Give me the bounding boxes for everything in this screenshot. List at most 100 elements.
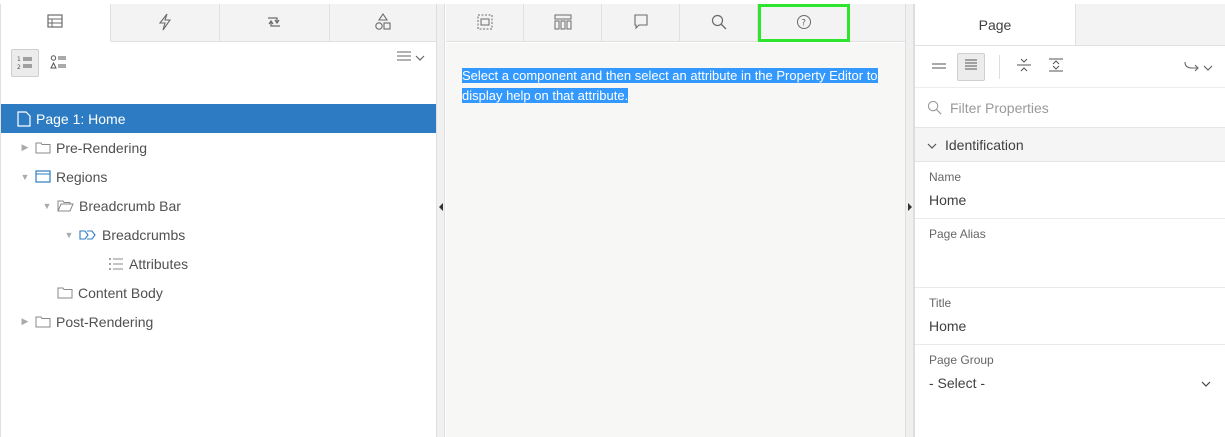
folder-icon — [57, 286, 73, 299]
property-page-alias: Page Alias — [915, 219, 1225, 288]
tree-node-label: Pre-Rendering — [56, 139, 148, 156]
grid-view-icon — [554, 14, 572, 33]
property-toolbar — [915, 46, 1225, 88]
collapse-arrow-icon[interactable]: ▼ — [63, 230, 75, 240]
table-icon — [47, 14, 63, 31]
toolbar-separator — [999, 54, 1000, 79]
collapse-left-icon[interactable] — [439, 203, 443, 211]
help-text-content: Select a component and then select an at… — [462, 68, 878, 103]
svg-text:?: ? — [801, 18, 806, 28]
hamburger-icon — [397, 50, 411, 65]
group-by-component-button[interactable]: 12 — [11, 49, 39, 77]
tree-node-pre-rendering[interactable]: ▶ Pre-Rendering — [1, 133, 438, 162]
group-by-type-button[interactable] — [45, 49, 73, 77]
folder-icon — [35, 315, 51, 328]
svg-text:1: 1 — [17, 56, 21, 63]
tab-messages[interactable] — [602, 4, 680, 42]
tab-dynamic-actions[interactable] — [111, 4, 220, 42]
page-icon — [17, 110, 31, 127]
left-splitter[interactable] — [436, 4, 445, 437]
breadcrumb-icon — [79, 229, 97, 240]
page-alias-field[interactable] — [929, 245, 1211, 281]
tree-menu-button[interactable] — [397, 50, 425, 65]
group-label: Identification — [945, 136, 1024, 153]
expand-arrow-icon[interactable]: ▶ — [19, 316, 31, 327]
tree-node-attributes[interactable]: Attributes — [1, 249, 438, 278]
property-label: Title — [929, 296, 952, 310]
filter-properties-input[interactable]: Filter Properties — [915, 88, 1225, 128]
tab-help[interactable]: ? — [758, 4, 850, 42]
layout-icon — [477, 14, 493, 33]
tree-node-label: Regions — [56, 168, 108, 185]
tree-node-label: Breadcrumbs — [102, 226, 186, 243]
tab-rendering[interactable] — [1, 4, 111, 42]
collapse-arrow-icon[interactable]: ▼ — [19, 172, 31, 182]
rendering-pane: 12 Page 1: Home ▶ Pre-Rendering ▼ Region… — [0, 4, 438, 437]
tree-node-label: Post-Rendering — [56, 313, 154, 330]
tree-node-breadcrumb-bar[interactable]: ▼ Breadcrumb Bar — [1, 191, 438, 220]
search-icon — [927, 100, 942, 115]
chevron-down-icon — [1203, 60, 1213, 75]
refresh-arrows-icon — [265, 14, 283, 33]
shapes-icon — [374, 12, 392, 34]
property-label: Name — [929, 170, 962, 184]
shape-list-icon — [50, 54, 68, 73]
go-to-group-button[interactable] — [1184, 60, 1213, 75]
collapse-all-button[interactable] — [1010, 53, 1038, 81]
tab-page-search[interactable] — [680, 4, 758, 42]
region-icon — [35, 170, 51, 183]
tab-shared-components[interactable] — [330, 4, 438, 42]
expand-arrow-icon[interactable]: ▶ — [19, 142, 31, 153]
chevron-down-icon — [927, 137, 937, 153]
property-page-group: Page Group - Select - — [915, 345, 1225, 401]
tree-node-label: Breadcrumb Bar — [79, 197, 181, 214]
tree-toolbar: 12 — [1, 42, 437, 84]
question-circle-icon: ? — [796, 14, 812, 33]
page-group-value: - Select - — [929, 375, 986, 391]
numbered-list-icon: 12 — [16, 54, 34, 73]
tab-layout[interactable] — [446, 4, 524, 42]
show-all-button[interactable] — [957, 52, 985, 81]
chevron-down-icon — [415, 50, 425, 65]
tree-node-label: Page 1: Home — [36, 110, 126, 127]
tab-page-label: Page — [978, 16, 1012, 33]
central-pane: ? Select a component and then select an … — [446, 4, 914, 437]
tree-node-breadcrumbs[interactable]: ▼ Breadcrumbs — [1, 220, 438, 249]
tree-node-regions[interactable]: ▼ Regions — [1, 162, 438, 191]
tree-node-label: Content Body — [78, 284, 163, 301]
collapse-arrow-icon[interactable]: ▼ — [41, 201, 53, 211]
property-label: Page Group — [929, 353, 994, 367]
property-title: Title Home — [915, 288, 1225, 345]
rendering-tree: Page 1: Home ▶ Pre-Rendering ▼ Regions ▼… — [1, 104, 438, 336]
tab-page[interactable]: Page — [915, 4, 1076, 45]
property-editor: Page Filter Properties Identification Na… — [914, 4, 1225, 437]
right-splitter[interactable] — [905, 4, 914, 437]
tree-node-content-body[interactable]: Content Body — [1, 278, 438, 307]
collapse-right-icon[interactable] — [908, 203, 912, 211]
many-lines-icon — [964, 58, 978, 75]
svg-text:2: 2 — [17, 64, 21, 70]
property-label: Page Alias — [929, 227, 986, 241]
left-tab-bar — [1, 4, 437, 42]
speech-bubble-icon — [633, 13, 649, 33]
open-folder-icon — [57, 199, 74, 212]
property-editor-tab-bar: Page — [915, 4, 1225, 46]
arrow-hook-icon — [1184, 60, 1200, 75]
tree-node-page[interactable]: Page 1: Home — [1, 104, 438, 133]
expand-all-button[interactable] — [1042, 53, 1070, 81]
page-group-select[interactable]: - Select - — [929, 371, 1211, 395]
name-field[interactable]: Home — [929, 188, 1211, 212]
middle-tab-bar: ? — [446, 4, 906, 42]
collapse-icon — [1016, 57, 1032, 76]
lightning-icon — [158, 13, 172, 34]
tab-component-view[interactable] — [524, 4, 602, 42]
group-identification[interactable]: Identification — [915, 128, 1225, 162]
attributes-list-icon — [108, 257, 124, 271]
tree-node-post-rendering[interactable]: ▶ Post-Rendering — [1, 307, 438, 336]
filter-placeholder: Filter Properties — [950, 99, 1049, 116]
tab-processing[interactable] — [220, 4, 330, 42]
chevron-down-icon — [1201, 375, 1211, 391]
two-lines-icon — [931, 59, 947, 74]
title-field[interactable]: Home — [929, 314, 1211, 338]
show-common-button[interactable] — [925, 53, 953, 81]
